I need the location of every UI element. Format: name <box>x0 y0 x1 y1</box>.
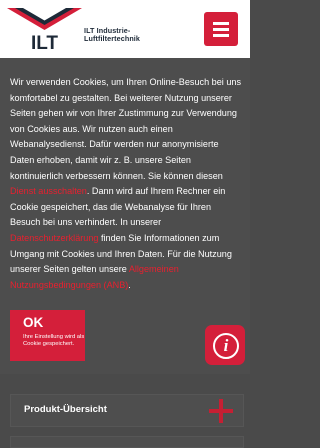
ilt-logo[interactable]: ILT <box>7 8 82 54</box>
disable-analytics-link[interactable]: Dienst ausschalten <box>10 186 87 196</box>
menu-button[interactable] <box>204 12 238 46</box>
ok-sublabel: Ihre Einstellung wird als Cookie gespeic… <box>23 334 85 347</box>
info-icon: i <box>213 333 239 359</box>
info-button[interactable]: i <box>205 325 245 365</box>
cookie-notice: Wir verwenden Cookies, um Ihren Online-B… <box>0 58 250 374</box>
brand-name: ILT Industrie- Luftfiltertechnik <box>84 27 140 43</box>
privacy-policy-link[interactable]: Datenschutzerklärung <box>10 233 98 243</box>
brand-line-2: Luftfiltertechnik <box>84 34 141 43</box>
product-overview-label: Produkt-Übersicht <box>24 404 107 415</box>
accordion-next-item[interactable] <box>10 436 244 448</box>
cookie-text: Wir verwenden Cookies, um Ihren Online-B… <box>10 77 241 290</box>
ok-label: OK <box>23 315 44 330</box>
logo-lettering: ILT <box>31 33 58 53</box>
page-content: Produkt-Übersicht <box>0 374 250 448</box>
site-header: ILT ILT Industrie- Luftfiltertechnik <box>0 0 250 58</box>
cookie-ok-button[interactable]: OK Ihre Einstellung wird als Cookie gesp… <box>10 310 85 361</box>
accordion-product-overview[interactable]: Produkt-Übersicht <box>10 394 244 427</box>
plus-icon <box>209 399 233 423</box>
